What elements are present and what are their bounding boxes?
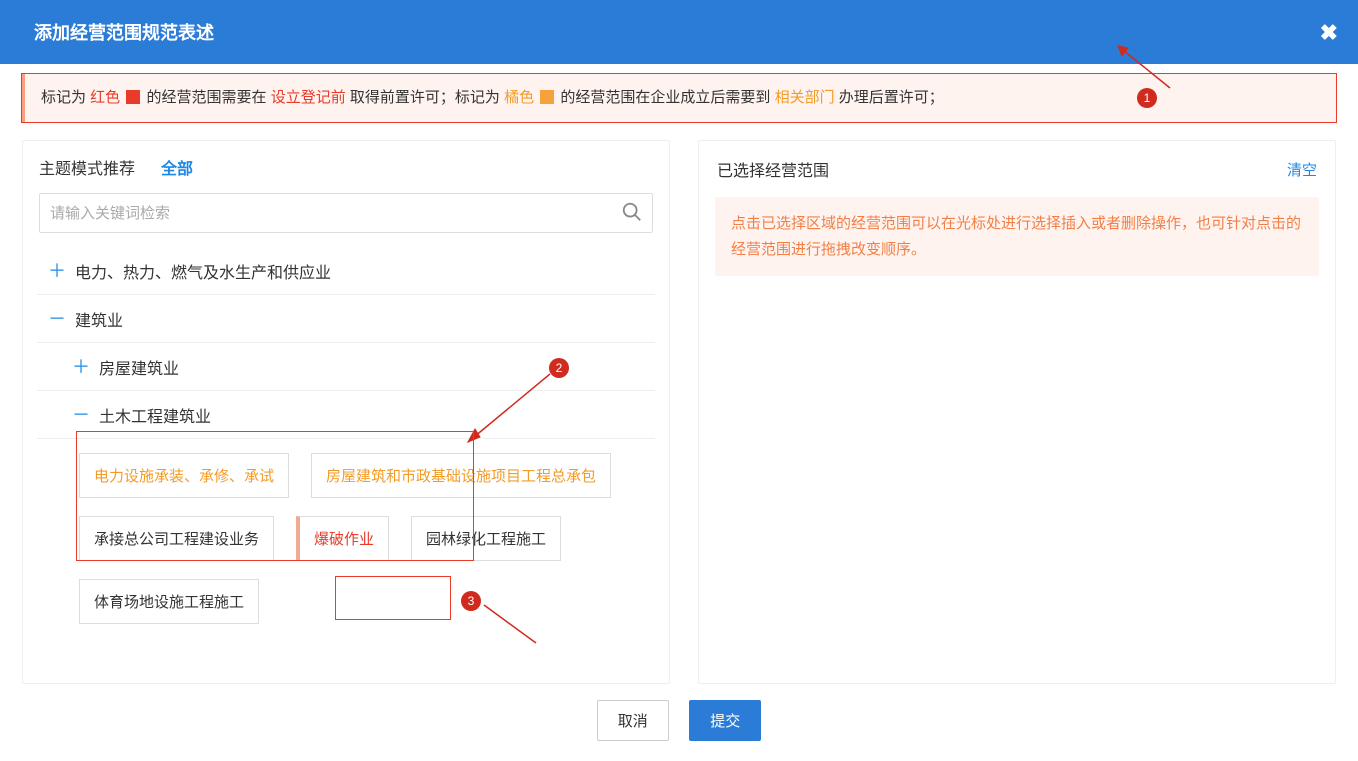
tree-label: 土木工程建筑业: [99, 403, 211, 427]
cancel-button[interactable]: 取消: [597, 700, 669, 741]
tab-all[interactable]: 全部: [161, 155, 193, 179]
notice-text: 取得前置许可；标记为: [350, 89, 504, 106]
chip-item[interactable]: 爆破作业: [296, 516, 389, 561]
submit-button[interactable]: 提交: [689, 700, 761, 741]
notice-text: 标记为: [41, 89, 90, 106]
left-panel: 主题模式推荐 全部 ＋ 电力、热力、燃气及水生产和供应业: [22, 140, 670, 684]
notice-text: 办理后置许可；: [839, 89, 944, 106]
tree-item[interactable]: － 土木工程建筑业: [37, 391, 655, 439]
plus-icon[interactable]: ＋: [47, 262, 67, 280]
chip-item[interactable]: 电力设施承装、承修、承试: [79, 453, 289, 498]
tree-label: 电力、热力、燃气及水生产和供应业: [75, 259, 331, 283]
minus-icon[interactable]: －: [47, 310, 67, 328]
tree-label: 房屋建筑业: [99, 355, 179, 379]
tabs: 主题模式推荐 全部: [23, 141, 669, 193]
red-square-icon: [126, 90, 140, 104]
right-panel: 已选择经营范围 清空 点击已选择区域的经营范围可以在光标处进行选择插入或者删除操…: [698, 140, 1336, 684]
plus-icon[interactable]: ＋: [71, 358, 91, 376]
notice-org-word: 橘色: [504, 89, 534, 106]
selected-title: 已选择经营范围: [717, 157, 829, 181]
notice-red-phrase: 设立登记前: [271, 89, 346, 106]
tree-scroll[interactable]: ＋ 电力、热力、燃气及水生产和供应业 － 建筑业 ＋ 房屋建筑业 － 土木工程建…: [23, 247, 669, 683]
dialog-header: 添加经营范围规范表述 ✖: [0, 0, 1358, 64]
minus-icon[interactable]: －: [71, 406, 91, 424]
chip-item[interactable]: 房屋建筑和市政基础设施项目工程总承包: [311, 453, 611, 498]
tree-item[interactable]: ＋ 房屋建筑业: [37, 343, 655, 391]
orange-square-icon: [540, 90, 554, 104]
notice-bar: 标记为 红色 的经营范围需要在 设立登记前 取得前置许可；标记为 橘色 的经营范…: [22, 74, 1336, 122]
notice-text: 的经营范围在企业成立后需要到: [560, 89, 774, 106]
tree-item[interactable]: － 建筑业: [37, 295, 655, 343]
notice-red-word: 红色: [90, 89, 120, 106]
notice-org-phrase: 相关部门: [775, 89, 835, 106]
chip-item[interactable]: 承接总公司工程建设业务: [79, 516, 274, 561]
notice-text: 的经营范围需要在: [147, 89, 271, 106]
search-wrapper: [39, 193, 653, 233]
tree-item[interactable]: ＋ 电力、热力、燃气及水生产和供应业: [37, 247, 655, 295]
chip-item[interactable]: 园林绿化工程施工: [411, 516, 561, 561]
clear-button[interactable]: 清空: [1287, 159, 1317, 180]
search-icon[interactable]: [621, 201, 643, 228]
dialog-title: 添加经营范围规范表述: [34, 19, 214, 45]
search-input[interactable]: [39, 193, 653, 233]
tab-recommend[interactable]: 主题模式推荐: [39, 155, 135, 179]
footer: 取消 提交: [0, 700, 1358, 741]
selected-note: 点击已选择区域的经营范围可以在光标处进行选择插入或者删除操作，也可针对点击的经营…: [715, 197, 1319, 276]
close-icon[interactable]: ✖: [1320, 20, 1338, 46]
chip-item[interactable]: 体育场地设施工程施工: [79, 579, 259, 624]
tree-label: 建筑业: [75, 307, 123, 331]
